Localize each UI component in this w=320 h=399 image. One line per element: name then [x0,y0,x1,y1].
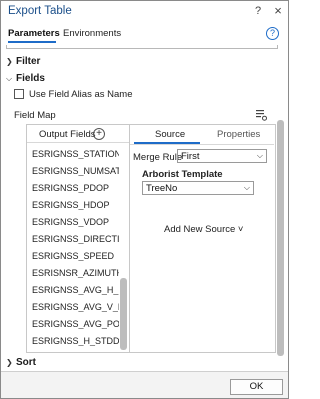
use-field-alias-checkbox[interactable] [14,89,24,99]
merge-rule-value: First [181,151,200,162]
tab-source[interactable]: Source [155,129,185,140]
use-field-alias-label: Use Field Alias as Name [29,89,133,100]
chevron-down-icon: ⌵ [243,183,250,192]
field-map-list-options-icon[interactable] [255,109,267,121]
active-tab-indicator [8,41,56,43]
field-list-item[interactable]: ESRIGNSS_H_STDDEV [32,336,119,346]
output-fields-list: ESRIGNSS_STATIONID ESRIGNSS_NUMSATS ESRI… [27,144,119,352]
sort-section-toggle[interactable]: ❯ Sort [6,357,36,368]
source-field-value: TreeNo [146,183,178,194]
field-map-label: Field Map [14,110,56,121]
title-bar: Export Table ? × [1,1,288,23]
dialog-footer: OK [1,371,288,398]
tab-properties[interactable]: Properties [217,129,260,140]
field-list-item[interactable]: ESRISNSR_AZIMUTH [32,268,119,278]
parameters-scrollbar[interactable] [277,114,284,356]
tab-divider [130,144,274,145]
fields-section-label: Fields [16,73,45,84]
field-list-item[interactable]: ESRIGNSS_AVG_POSI... [32,319,119,329]
fields-section-toggle[interactable]: ⌵ Fields [6,73,45,84]
tab-parameters[interactable]: Parameters [8,28,60,39]
field-list-item[interactable]: ESRIGNSS_SPEED [32,251,119,261]
chevron-down-icon: ⌵ [6,74,13,83]
field-list-item[interactable]: ESRIGNSS_VDOP [32,217,119,227]
ok-button[interactable]: OK [230,379,283,395]
output-fields-panel: Output Fields + ESRIGNSS_STATIONID ESRIG… [26,124,130,353]
field-list-item[interactable]: ESRIGNSS_NUMSATS [32,166,119,176]
filter-section-toggle[interactable]: ❯ Filter [6,56,40,67]
field-list-item[interactable]: ESRIGNSS_AVG_V_R... [32,302,119,312]
field-list-item[interactable]: ESRIGNSS_STATIONID [32,149,119,159]
source-properties-panel: Source Properties Merge Rule First ⌵ Arb… [130,124,276,353]
chevron-down-icon: ⌵ [256,151,263,160]
add-field-button[interactable]: + [93,128,105,140]
close-button[interactable]: × [271,4,285,18]
output-fields-label: Output Fields [39,129,96,140]
clipped-parameter-field [6,45,278,49]
tab-bar: Parameters Environments ? [1,25,288,45]
tab-environments[interactable]: Environments [63,28,121,39]
add-new-source-button[interactable]: Add New Source ˅ [164,224,243,235]
merge-rule-label: Merge Rule [133,152,183,163]
source-table-name: Arborist Template [142,169,223,180]
field-list-item[interactable]: ESRIGNSS_AVG_H_R... [32,285,119,295]
field-list-item[interactable]: ESRIGNSS_DIRECTION [32,234,119,244]
chevron-right-icon: ❯ [6,57,13,66]
output-fields-scrollbar-thumb[interactable] [120,278,127,350]
output-fields-header: Output Fields + [27,125,129,143]
export-table-dialog: Export Table ? × Parameters Environments… [0,0,289,399]
output-fields-scrollbar[interactable] [120,144,127,352]
tool-help-icon[interactable]: ? [266,27,279,40]
chevron-right-icon: ❯ [6,358,13,367]
sort-section-label: Sort [16,357,36,368]
filter-section-label: Filter [16,56,41,67]
parameters-scrollbar-thumb[interactable] [277,120,284,356]
field-list-item[interactable]: ESRIGNSS_HDOP [32,200,119,210]
merge-rule-dropdown[interactable]: First ⌵ [177,149,267,163]
field-list-item[interactable]: ESRIGNSS_PDOP [32,183,119,193]
title-help-button[interactable]: ? [251,4,265,18]
source-field-dropdown[interactable]: TreeNo ⌵ [142,181,254,195]
dialog-title: Export Table [8,5,72,17]
